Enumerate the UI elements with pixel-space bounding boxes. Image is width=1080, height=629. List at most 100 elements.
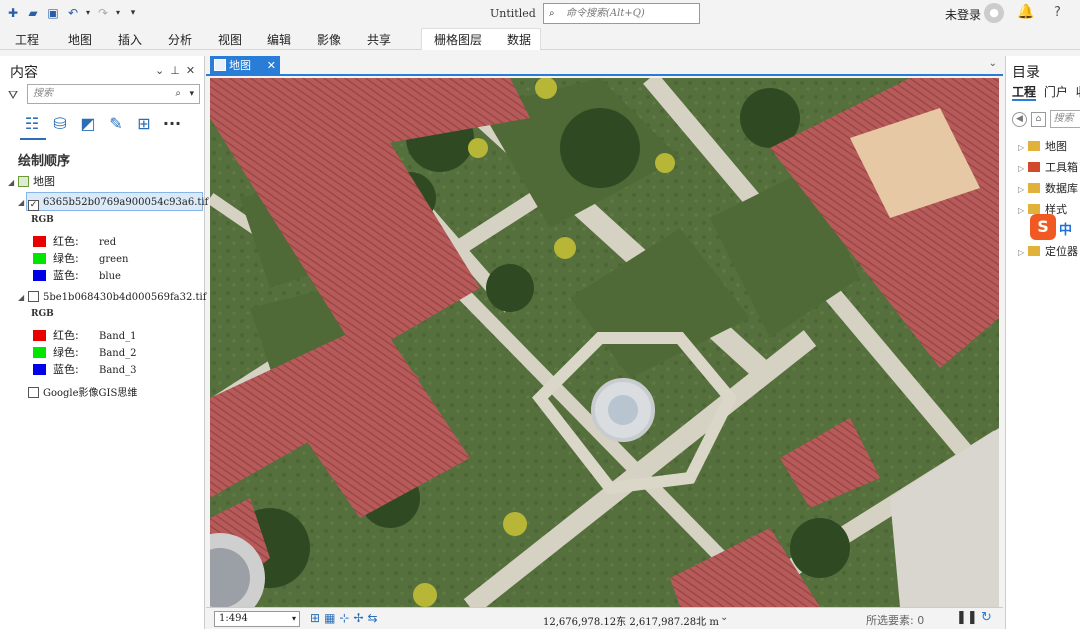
catalog-item-maps[interactable]: ▷ 地图	[1018, 138, 1067, 154]
collapse-arrow-icon[interactable]: ◢	[18, 293, 28, 302]
layer-3-checkbox[interactable]	[28, 387, 39, 398]
save-icon[interactable]: ▣	[44, 4, 62, 22]
snapping-icon[interactable]: ⊞	[134, 114, 154, 133]
close-tab-icon[interactable]: ✕	[267, 56, 276, 76]
layer-3-name: Google影像GIS思维	[43, 388, 138, 399]
catalog-pane-title: 目录	[1012, 65, 1040, 81]
catalog-item-locators[interactable]: ▷ 定位器	[1018, 243, 1078, 259]
pause-drawing-icon[interactable]: ❚❚	[956, 610, 978, 625]
catalog-tab-favorites[interactable]: 收	[1076, 85, 1080, 99]
chevron-down-icon[interactable]: ⌄	[989, 58, 997, 69]
help-button[interactable]: ?	[1054, 5, 1061, 20]
ribbon-tabs: 工程 地图 插入 分析 视图 编辑 影像 共享 栅格图层 数据	[0, 28, 1080, 50]
layer-1-renderer: RGB	[31, 215, 54, 225]
pin-icon[interactable]: ⊥	[170, 64, 186, 77]
ime-mode-label[interactable]: 中	[1059, 219, 1072, 238]
app-title: Untitled	[490, 7, 536, 20]
more-options-button[interactable]: ···	[162, 114, 182, 133]
catalog-tab-project[interactable]: 工程	[1012, 85, 1037, 101]
contents-search-input[interactable]: 搜索 ⌕ ▾	[27, 84, 200, 104]
expand-arrow-icon[interactable]: ▷	[1018, 248, 1028, 257]
scale-dropdown[interactable]: 1:494 ▾	[214, 611, 300, 627]
tab-map[interactable]: 地图	[68, 31, 92, 48]
layer-2-band-blue: 蓝色: Band_3	[33, 361, 137, 377]
layer-2-band-red: 红色: Band_1	[33, 327, 137, 343]
undo-dropdown-icon[interactable]: ▾	[84, 4, 92, 22]
drawing-order-title: 绘制顺序	[18, 154, 71, 169]
data-source-icon[interactable]: ⛁	[50, 114, 70, 133]
pan-icon[interactable]: ⇆	[368, 611, 378, 625]
catalog-pane: 目录 工程 门户 收 ◀ ⌂ 搜索 ▷地图 ▷工具箱 ▷数据库 ▷样式 S 中 …	[1005, 56, 1080, 629]
undo-icon[interactable]: ↶	[64, 4, 82, 22]
layer-2-checkbox[interactable]	[28, 291, 39, 302]
contents-pane: 内容 ⌄⊥✕ ⛛ 搜索 ⌕ ▾ ☷ ⛁ ◩ ✎ ⊞ ··· 绘制顺序 ◢ 地图 ◢…	[0, 56, 208, 629]
toolbox-icon	[1028, 162, 1040, 172]
notification-bell-icon[interactable]: 🔔	[1017, 4, 1034, 20]
new-project-icon[interactable]: ✚	[4, 4, 22, 22]
layer-item-2[interactable]: ◢ 5be1b068430b4d000569fa32.tif	[18, 290, 206, 303]
expand-arrow-icon[interactable]: ▷	[1018, 185, 1028, 194]
coordinate-format-dropdown-icon[interactable]: ⌄	[720, 612, 728, 623]
title-bar: ✚ ▰ ▣ ↶ ▾ ↷ ▾ ▾ Untitled ⌕ 命令搜索(Alt+Q) 未…	[0, 0, 1080, 28]
home-icon[interactable]: ⌂	[1030, 111, 1046, 127]
map-icon	[18, 176, 29, 187]
expand-arrow-icon[interactable]: ▷	[1018, 206, 1028, 215]
catalog-search-input[interactable]: 搜索	[1049, 110, 1080, 128]
tab-view[interactable]: 视图	[218, 31, 242, 48]
catalog-item-toolboxes[interactable]: ▷ 工具箱	[1018, 159, 1078, 175]
sogou-ime-icon[interactable]: S	[1030, 214, 1056, 240]
redo-icon[interactable]: ↷	[94, 4, 112, 22]
expand-arrow-icon[interactable]: ▷	[1018, 164, 1028, 173]
map-canvas[interactable]	[210, 78, 999, 607]
red-swatch	[33, 330, 46, 341]
catalog-nav: ◀ ⌂ 搜索	[1012, 110, 1080, 128]
map-icon	[214, 59, 226, 71]
status-tools: ⊞ ▦ ⊹ ✢ ⇆	[310, 611, 378, 625]
drawing-order-icon[interactable]: ☷	[22, 114, 42, 133]
expand-arrow-icon[interactable]: ▷	[1018, 143, 1028, 152]
tab-project[interactable]: 工程	[15, 31, 39, 48]
tab-insert[interactable]: 插入	[118, 31, 142, 48]
selection-icon[interactable]: ◩	[78, 114, 98, 133]
active-view-indicator	[20, 138, 46, 140]
command-search-input[interactable]: ⌕ 命令搜索(Alt+Q)	[543, 3, 700, 24]
editing-icon[interactable]: ✎	[106, 114, 126, 133]
back-icon[interactable]: ◀	[1012, 111, 1027, 127]
tab-edit[interactable]: 编辑	[267, 31, 291, 48]
layer-item-1[interactable]: ◢ ✓ 6365b52b0769a900054c93a6.tif	[18, 195, 208, 211]
open-folder-icon[interactable]: ▰	[24, 4, 42, 22]
tab-raster-layer[interactable]: 栅格图层	[434, 31, 482, 48]
catalog-tab-portal[interactable]: 门户	[1044, 85, 1068, 99]
refresh-icon[interactable]: ↻	[981, 610, 992, 625]
catalog-item-databases[interactable]: ▷ 数据库	[1018, 180, 1078, 196]
layer-1-checkbox[interactable]: ✓	[28, 200, 39, 211]
customize-qat-icon[interactable]: ▾	[124, 4, 142, 22]
aerial-imagery	[210, 78, 999, 607]
chevron-down-icon[interactable]: ▾	[189, 85, 194, 103]
blue-swatch	[33, 364, 46, 375]
map-view-tab[interactable]: 地图 ✕	[210, 56, 280, 76]
map-node[interactable]: ◢ 地图	[8, 173, 55, 189]
layer-item-3[interactable]: Google影像GIS思维	[28, 384, 137, 399]
collapse-arrow-icon[interactable]: ◢	[18, 198, 28, 207]
constraint-icon[interactable]: ✢	[353, 611, 363, 625]
tab-analysis[interactable]: 分析	[168, 31, 192, 48]
close-icon[interactable]: ✕	[186, 64, 201, 77]
green-swatch	[33, 347, 46, 358]
map-node-label: 地图	[33, 175, 55, 188]
tab-imagery[interactable]: 影像	[317, 31, 341, 48]
user-avatar-icon[interactable]: ●	[984, 3, 1004, 23]
fixed-zoom-icon[interactable]: ⊞	[310, 611, 320, 625]
search-icon: ⌕	[549, 8, 555, 19]
pane-options-icon[interactable]: ⌄	[155, 64, 170, 77]
sign-in-status[interactable]: 未登录	[945, 6, 981, 23]
grid-icon[interactable]: ▦	[324, 611, 335, 625]
quick-access-toolbar: ✚ ▰ ▣ ↶ ▾ ↷ ▾ ▾	[4, 4, 142, 22]
redo-dropdown-icon[interactable]: ▾	[114, 4, 122, 22]
tab-share[interactable]: 共享	[367, 31, 391, 48]
snapping-icon[interactable]: ⊹	[339, 611, 349, 625]
tab-data[interactable]: 数据	[507, 31, 531, 48]
collapse-arrow-icon[interactable]: ◢	[8, 178, 18, 187]
filter-icon[interactable]: ⛛	[8, 88, 18, 103]
search-icon: ⌕	[175, 88, 181, 99]
